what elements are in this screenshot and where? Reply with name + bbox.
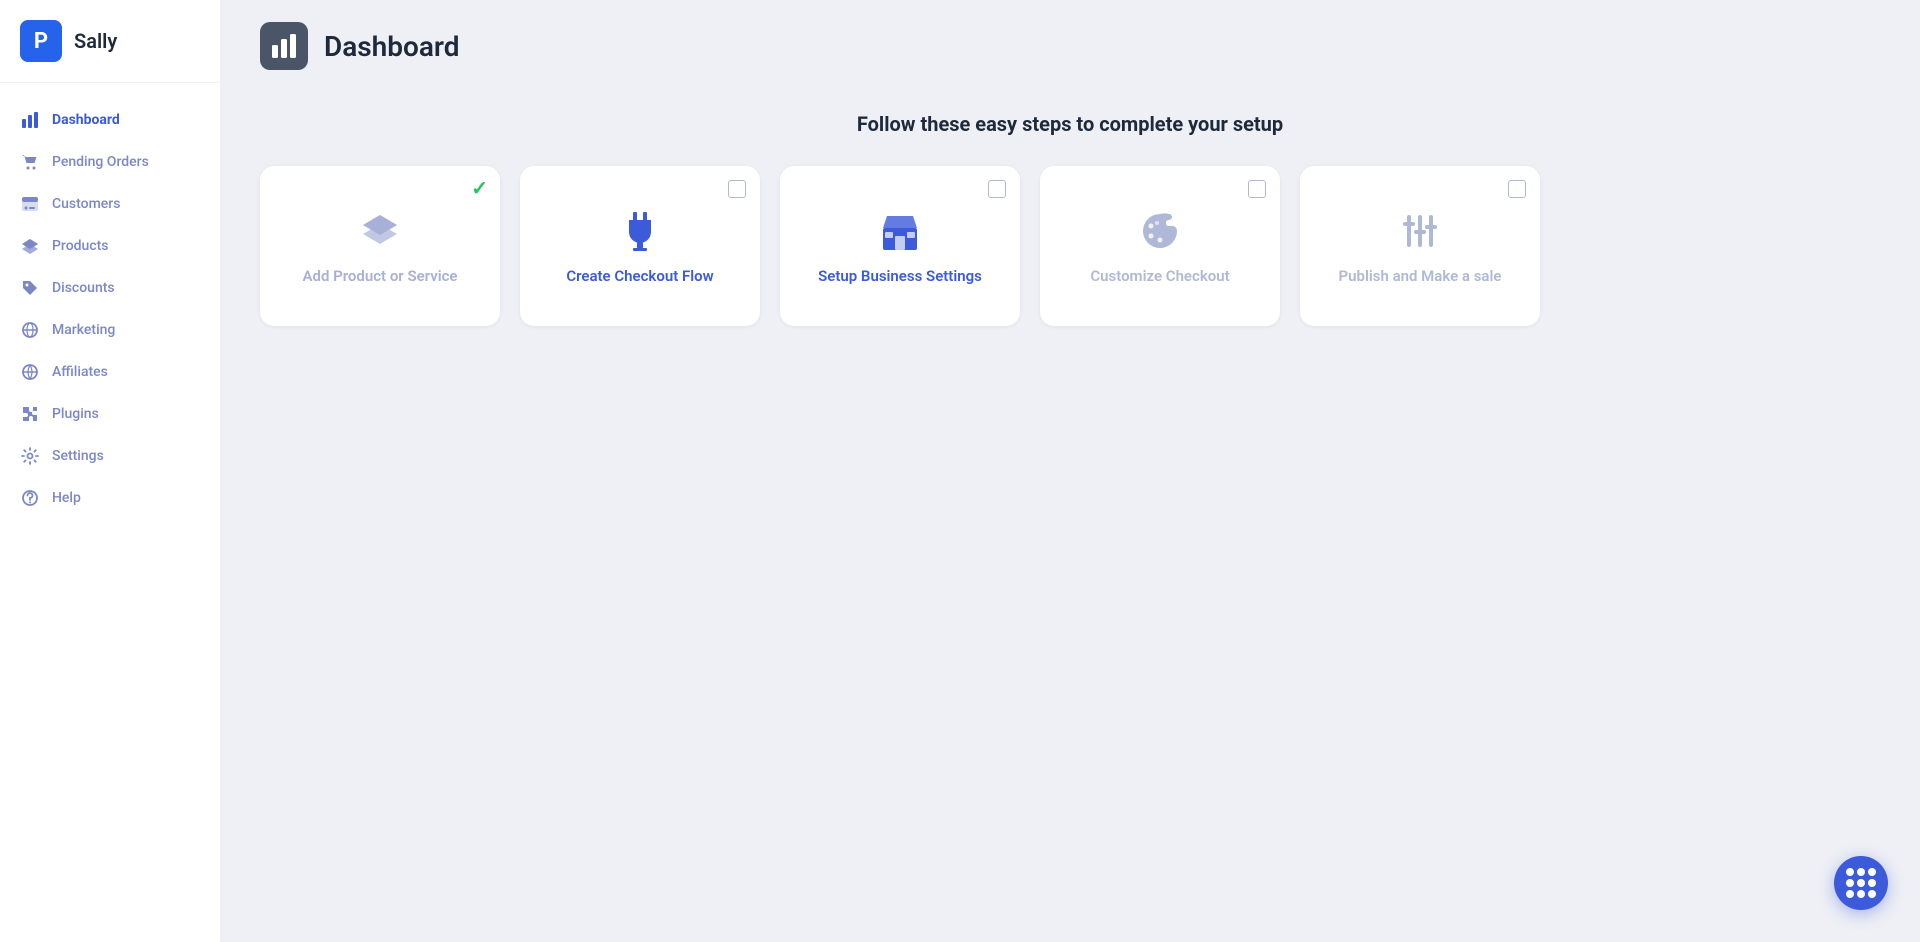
sidebar-label-customers: Customers [52, 196, 120, 212]
header-icon [260, 22, 308, 70]
checkbox-customize-checkout [1248, 180, 1266, 198]
sidebar-nav: Dashboard Pending Orders [0, 83, 220, 535]
sidebar-item-pending-orders[interactable]: Pending Orders [0, 141, 220, 183]
marketing-icon [20, 320, 40, 340]
bar-chart-icon [20, 110, 40, 130]
cart-icon [20, 152, 40, 172]
sidebar-label-help: Help [52, 490, 81, 506]
sidebar-item-discounts[interactable]: Discounts [0, 267, 220, 309]
checkmark-icon: ✓ [471, 176, 488, 200]
sidebar-item-settings[interactable]: Settings [0, 435, 220, 477]
step-label-setup-business: Setup Business Settings [818, 266, 982, 287]
sidebar-item-marketing[interactable]: Marketing [0, 309, 220, 351]
puzzle-icon [20, 404, 40, 424]
sidebar-item-customers[interactable]: Customers [0, 183, 220, 225]
sidebar: P Sally Dashboard [0, 0, 220, 942]
palette-icon [1139, 210, 1181, 252]
checkbox-publish-sale [1508, 180, 1526, 198]
steps-row: ✓ Add Product or Service [260, 166, 1880, 326]
sidebar-label-pending-orders: Pending Orders [52, 154, 149, 170]
step-card-publish-sale[interactable]: Publish and Make a sale [1300, 166, 1540, 326]
apps-grid-icon [1846, 868, 1876, 898]
sidebar-item-dashboard[interactable]: Dashboard [0, 99, 220, 141]
sidebar-label-settings: Settings [52, 448, 104, 464]
step-label-customize-checkout: Customize Checkout [1090, 266, 1229, 287]
main-header: Dashboard [220, 0, 1920, 92]
store-icon [879, 210, 921, 252]
tag-icon [20, 278, 40, 298]
fab-apps-button[interactable] [1834, 856, 1888, 910]
plug-icon [619, 210, 661, 252]
sidebar-item-plugins[interactable]: Plugins [0, 393, 220, 435]
settings-icon [20, 446, 40, 466]
customers-icon [20, 194, 40, 214]
sliders-icon [1399, 210, 1441, 252]
step-card-add-product[interactable]: ✓ Add Product or Service [260, 166, 500, 326]
help-icon [20, 488, 40, 508]
step-label-add-product: Add Product or Service [302, 266, 457, 287]
sidebar-header: P Sally [0, 0, 220, 83]
globe-icon [20, 362, 40, 382]
main-body: Follow these easy steps to complete your… [220, 92, 1920, 942]
sidebar-label-affiliates: Affiliates [52, 364, 108, 380]
sidebar-label-discounts: Discounts [52, 280, 115, 296]
sidebar-label-plugins: Plugins [52, 406, 99, 422]
sidebar-label-dashboard: Dashboard [52, 112, 120, 128]
sidebar-logo: P [20, 20, 62, 62]
layers-icon [20, 236, 40, 256]
setup-heading: Follow these easy steps to complete your… [260, 112, 1880, 136]
layers-step-icon [359, 210, 401, 252]
step-card-customize-checkout[interactable]: Customize Checkout [1040, 166, 1280, 326]
checkbox-create-checkout [728, 180, 746, 198]
step-label-create-checkout: Create Checkout Flow [566, 266, 713, 287]
sidebar-username: Sally [74, 29, 117, 53]
sidebar-label-marketing: Marketing [52, 322, 115, 338]
step-card-create-checkout[interactable]: Create Checkout Flow [520, 166, 760, 326]
logo-letter: P [34, 29, 48, 54]
sidebar-item-products[interactable]: Products [0, 225, 220, 267]
sidebar-item-help[interactable]: Help [0, 477, 220, 519]
sidebar-label-products: Products [52, 238, 109, 254]
page-title: Dashboard [324, 30, 460, 63]
step-card-setup-business[interactable]: Setup Business Settings [780, 166, 1020, 326]
step-label-publish-sale: Publish and Make a sale [1339, 266, 1502, 287]
sidebar-item-affiliates[interactable]: Affiliates [0, 351, 220, 393]
main-content: Dashboard Follow these easy steps to com… [220, 0, 1920, 942]
checkbox-setup-business [988, 180, 1006, 198]
